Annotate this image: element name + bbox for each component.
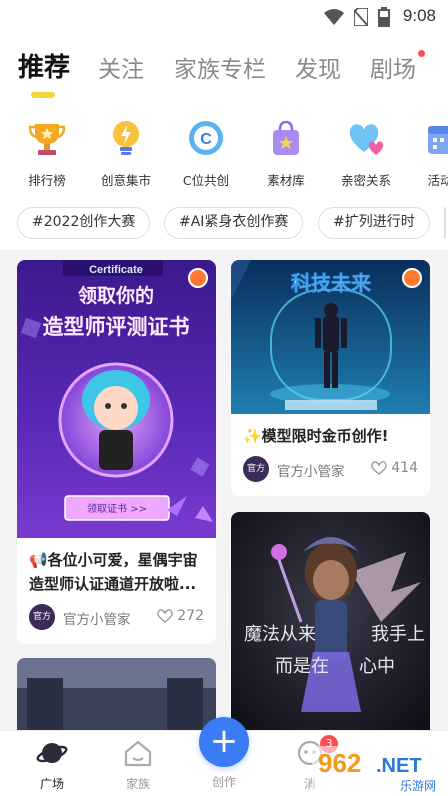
image-text-line: 我手上 [371, 624, 425, 645]
author-name[interactable]: 官方小管家 [277, 460, 345, 480]
svg-text:C: C [200, 131, 212, 148]
category-activity[interactable]: 活动 [400, 118, 448, 189]
post-card[interactable]: 魔法从来 我手上 而是在 心中 [231, 512, 430, 730]
tab-theater[interactable]: 剧场 [370, 50, 416, 84]
author-name[interactable]: 官方小管家 [63, 608, 131, 628]
hashtag-chip[interactable]: #2022创作大赛 [17, 207, 151, 239]
category-material-library[interactable]: 素材库 [246, 118, 326, 189]
tab-follow[interactable]: 关注 [98, 50, 144, 84]
like-count[interactable]: 414 [371, 460, 418, 476]
image-headline: 造型师评测证书 [43, 315, 190, 339]
post-card[interactable]: Certificate 领取你的 造型师评测证书 领取证书 >> 📢各位小可爱，… [17, 260, 216, 644]
avatar[interactable]: 官方 [29, 604, 55, 630]
create-button[interactable]: + [199, 717, 249, 767]
heart-icon [157, 609, 174, 623]
hashtag-chip[interactable]: #扩列进行时 [318, 207, 430, 239]
category-row: 排行榜 创意集市 C C位共创 素材库 亲密关系 活动 [0, 100, 448, 198]
active-tab-indicator [31, 92, 55, 98]
tab-family-column[interactable]: 家族专栏 [174, 50, 266, 84]
avatar[interactable]: 官方 [243, 456, 269, 482]
clock: 9:08 [402, 6, 436, 25]
like-count[interactable]: 272 [157, 608, 204, 624]
calendar-icon [428, 126, 448, 154]
hearts-icon [349, 124, 384, 155]
category-creative-market[interactable]: 创意集市 [86, 118, 166, 189]
content-feed: Certificate 领取你的 造型师评测证书 领取证书 >> 📢各位小可爱，… [0, 250, 448, 730]
hot-icon [188, 268, 208, 288]
post-title: 📢各位小可爱，星偶宇宙造型师认证通道开放啦... [29, 551, 198, 593]
post-image: Certificate 领取你的 造型师评测证书 领取证书 >> [17, 260, 216, 538]
battery-icon [378, 7, 390, 27]
post-image: 科技未来 [231, 260, 430, 414]
post-title: ✨模型限时金币创作! [243, 427, 389, 445]
hashtag-chip[interactable]: #AI紧身衣创作赛 [164, 207, 304, 239]
wifi-icon [324, 9, 344, 25]
certificate-text: Certificate [89, 264, 143, 276]
create-label: 创作 [211, 775, 236, 789]
trophy-icon [28, 124, 66, 155]
notification-dot [418, 50, 425, 57]
site-watermark: 962 .NET 乐游网 [312, 746, 446, 794]
image-text-line: 心中 [359, 656, 395, 677]
top-tab-bar: 推荐 关注 家族专栏 发现 剧场 [0, 34, 448, 100]
image-headline: 科技未来 [291, 271, 372, 295]
post-card[interactable] [17, 658, 216, 730]
planet-icon [36, 743, 68, 763]
image-headline: 领取你的 [78, 284, 154, 307]
no-sim-icon [354, 8, 368, 26]
category-intimacy[interactable]: 亲密关系 [326, 118, 406, 189]
post-meta: 官方 官方小管家 414 [243, 456, 418, 484]
c-badge-icon: C [189, 121, 223, 155]
watermark-domain: .NET [376, 755, 422, 777]
status-bar: 9:08 [0, 0, 448, 34]
post-card[interactable]: 科技未来 ✨模型限时金币创作! 官方 官方小管家 414 [231, 260, 430, 496]
heart-icon [371, 461, 388, 475]
lightbulb-icon [113, 121, 139, 155]
category-ranking[interactable]: 排行榜 [7, 118, 87, 189]
tab-discover[interactable]: 发现 [295, 50, 341, 84]
bag-icon [273, 120, 299, 155]
watermark-sub: 乐游网 [400, 779, 436, 793]
tab-recommend[interactable]: 推荐 [18, 47, 70, 84]
home-icon [124, 740, 152, 767]
category-c-position[interactable]: C C位共创 [166, 118, 246, 189]
hashtag-chip-partial[interactable] [444, 207, 446, 239]
hashtag-chips: #2022创作大赛 #AI紧身衣创作赛 #扩列进行时 [0, 198, 448, 250]
nav-plaza[interactable]: 广场 [24, 739, 80, 792]
watermark-number: 962 [318, 748, 361, 778]
post-image: 魔法从来 我手上 而是在 心中 [231, 512, 430, 730]
image-cta-text: 领取证书 >> [87, 502, 147, 515]
nav-family[interactable]: 家族 [110, 739, 166, 792]
image-text-line: 魔法从来 [244, 624, 316, 645]
post-meta: 官方 官方小管家 272 [29, 604, 204, 632]
image-text-line: 而是在 [275, 656, 329, 677]
post-image [17, 658, 216, 730]
hot-icon [402, 268, 422, 288]
